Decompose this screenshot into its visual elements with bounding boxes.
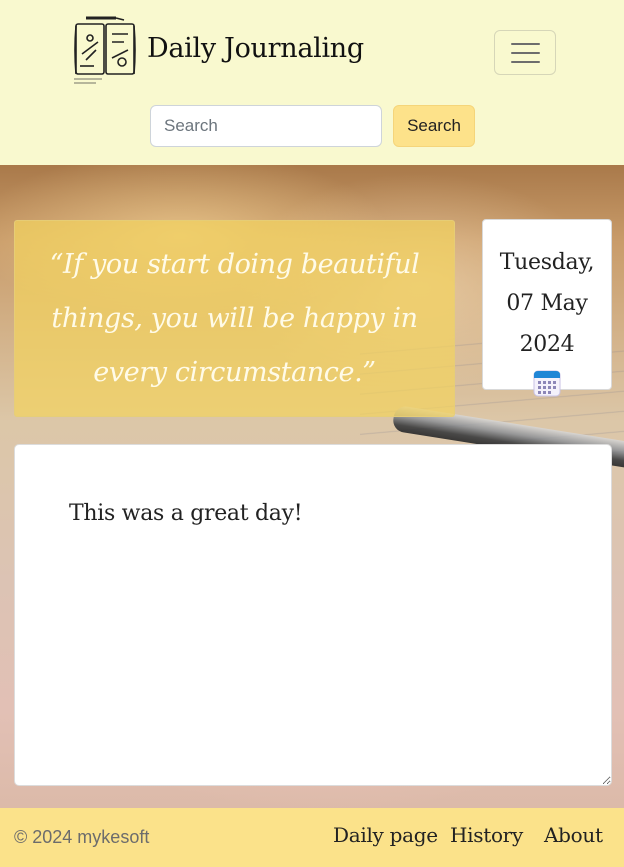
nav-link-about[interactable]: About xyxy=(544,823,603,847)
brand[interactable]: Daily Journaling xyxy=(72,14,364,88)
journal-logo-icon xyxy=(74,16,136,84)
date-card: Tuesday, 07 May 2024 xyxy=(482,219,612,397)
calendar-icon[interactable] xyxy=(533,369,561,397)
hamburger-menu-icon xyxy=(510,42,540,45)
quote-box: “If you start doing beautiful things, yo… xyxy=(14,220,455,417)
header: Daily Journaling Search xyxy=(0,0,624,165)
hamburger-line xyxy=(510,60,540,63)
nav-link-history[interactable]: History xyxy=(450,823,523,847)
date-text: Tuesday, 07 May 2024 xyxy=(499,250,595,357)
journal-entry-textarea[interactable]: This was a great day! xyxy=(14,444,612,786)
menu-toggle-button[interactable] xyxy=(494,30,556,75)
hamburger-line xyxy=(510,51,540,54)
search-button[interactable]: Search xyxy=(393,105,475,147)
brand-title: Daily Journaling xyxy=(147,32,364,64)
quote-text: “If you start doing beautiful things, yo… xyxy=(49,248,420,388)
nav-link-daily-page[interactable]: Daily page xyxy=(333,823,438,847)
search-input[interactable] xyxy=(150,105,382,147)
copyright-text: © 2024 mykesoft xyxy=(14,827,150,847)
footer: © 2024 mykesoft Daily page History About xyxy=(0,808,624,867)
